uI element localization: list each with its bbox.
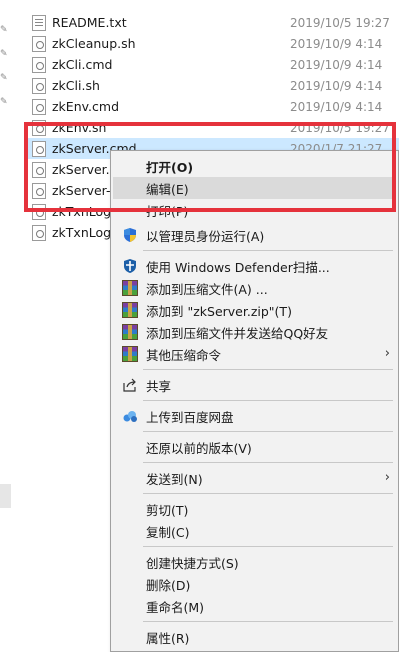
config-file-icon	[32, 224, 46, 241]
menu-separator	[143, 462, 393, 463]
winrar-icon	[122, 346, 138, 362]
menu-separator	[143, 621, 393, 622]
menu-item-copy[interactable]: 复制(C)	[113, 520, 396, 542]
menu-label: 复制(C)	[146, 524, 190, 540]
menu-label: 添加到压缩文件并发送给QQ好友	[146, 325, 329, 341]
pin-icon: ✎	[0, 49, 8, 59]
menu-item-send-to[interactable]: 发送到(N) ›	[113, 467, 396, 489]
file-row-zkenv-cmd[interactable]: zkEnv.cmd 2019/10/9 4:14	[28, 96, 399, 117]
file-date: 2019/10/9 4:14	[290, 78, 383, 93]
pin-icon: ✎	[0, 97, 8, 107]
menu-label: 上传到百度网盘	[146, 409, 234, 425]
menu-label: 还原以前的版本(V)	[146, 440, 252, 456]
menu-label: 使用 Windows Defender扫描...	[146, 259, 330, 275]
file-name: zkEnv.sh	[52, 120, 107, 135]
nav-pane-scrollbar[interactable]	[0, 484, 11, 508]
menu-label: 重命名(M)	[146, 599, 205, 615]
menu-item-cut[interactable]: 剪切(T)	[113, 498, 396, 520]
winrar-icon	[122, 302, 138, 318]
menu-item-rename[interactable]: 重命名(M)	[113, 595, 396, 617]
menu-label: 编辑(E)	[146, 181, 189, 197]
menu-separator	[143, 369, 393, 370]
menu-label: 剪切(T)	[146, 502, 189, 518]
menu-separator	[143, 493, 393, 494]
menu-item-properties[interactable]: 属性(R)	[113, 626, 396, 648]
menu-label: 打印(P)	[146, 203, 189, 219]
menu-label: 发送到(N)	[146, 471, 203, 487]
menu-item-add-to-archive[interactable]: 添加到压缩文件(A) ...	[113, 277, 396, 299]
winrar-icon	[122, 324, 138, 340]
winrar-icon	[122, 280, 138, 296]
defender-shield-icon	[124, 259, 136, 273]
menu-label: 创建快捷方式(S)	[146, 555, 239, 571]
menu-item-restore-previous[interactable]: 还原以前的版本(V)	[113, 436, 396, 458]
menu-label: 以管理员身份运行(A)	[146, 228, 265, 244]
chevron-right-icon: ›	[384, 470, 390, 485]
text-file-icon	[32, 14, 46, 31]
menu-label: 共享	[146, 378, 172, 394]
menu-item-create-shortcut[interactable]: 创建快捷方式(S)	[113, 551, 396, 573]
menu-label: 属性(R)	[146, 630, 190, 646]
config-file-icon	[32, 182, 46, 199]
config-file-icon	[32, 77, 46, 94]
menu-item-add-and-send-qq[interactable]: 添加到压缩文件并发送给QQ好友	[113, 321, 396, 343]
config-file-icon	[32, 161, 46, 178]
chevron-right-icon: ›	[384, 346, 390, 361]
menu-item-share[interactable]: 共享	[113, 374, 396, 396]
file-row-readme[interactable]: README.txt 2019/10/5 19:27	[28, 12, 399, 33]
menu-item-edit[interactable]: 编辑(E)	[113, 177, 396, 199]
menu-item-run-as-admin[interactable]: 以管理员身份运行(A)	[113, 224, 396, 246]
file-name: zkCleanup.sh	[52, 36, 136, 51]
file-row-zkenv-sh[interactable]: zkEnv.sh 2019/10/5 19:27	[28, 117, 399, 138]
pin-icon: ✎	[0, 25, 8, 35]
menu-label: 删除(D)	[146, 577, 191, 593]
config-file-icon	[32, 203, 46, 220]
config-file-icon	[32, 140, 46, 157]
uac-shield-icon	[124, 228, 136, 242]
file-row-zkcleanup[interactable]: zkCleanup.sh 2019/10/9 4:14	[28, 33, 399, 54]
menu-item-delete[interactable]: 删除(D)	[113, 573, 396, 595]
file-date: 2019/10/5 19:27	[290, 120, 390, 135]
navigation-pane-edge: ✎ ✎ ✎ ✎	[0, 0, 12, 652]
file-name: zkCli.sh	[52, 78, 100, 93]
config-file-icon	[32, 119, 46, 136]
file-name: README.txt	[52, 15, 127, 30]
menu-label: 其他压缩命令	[146, 347, 222, 363]
file-name: zkCli.cmd	[52, 57, 113, 72]
baidu-cloud-icon	[123, 411, 137, 422]
menu-separator	[143, 250, 393, 251]
menu-separator	[143, 431, 393, 432]
file-date: 2019/10/9 4:14	[290, 99, 383, 114]
menu-item-upload-baidu[interactable]: 上传到百度网盘	[113, 405, 396, 427]
menu-item-open[interactable]: 打开(O)	[113, 155, 396, 177]
file-date: 2019/10/5 19:27	[290, 15, 390, 30]
config-file-icon	[32, 35, 46, 52]
menu-separator	[143, 546, 393, 547]
menu-label: 添加到 "zkServer.zip"(T)	[146, 303, 292, 319]
menu-item-add-to-zip[interactable]: 添加到 "zkServer.zip"(T)	[113, 299, 396, 321]
context-menu: 打开(O) 编辑(E) 打印(P) 以管理员身份运行(A) 使用 Windows…	[110, 150, 399, 652]
menu-label: 打开(O)	[146, 159, 194, 175]
file-row-zkcli-sh[interactable]: zkCli.sh 2019/10/9 4:14	[28, 75, 399, 96]
file-row-zkcli-cmd[interactable]: zkCli.cmd 2019/10/9 4:14	[28, 54, 399, 75]
file-date: 2019/10/9 4:14	[290, 57, 383, 72]
menu-item-other-compress[interactable]: 其他压缩命令 ›	[113, 343, 396, 365]
pin-icon: ✎	[0, 73, 8, 83]
menu-item-print[interactable]: 打印(P)	[113, 199, 396, 221]
menu-label: 添加到压缩文件(A) ...	[146, 281, 268, 297]
config-file-icon	[32, 56, 46, 73]
file-date: 2019/10/9 4:14	[290, 36, 383, 51]
config-file-icon	[32, 98, 46, 115]
file-name: zkEnv.cmd	[52, 99, 120, 114]
share-icon	[123, 378, 136, 392]
menu-separator	[143, 400, 393, 401]
menu-item-defender-scan[interactable]: 使用 Windows Defender扫描...	[113, 255, 396, 277]
